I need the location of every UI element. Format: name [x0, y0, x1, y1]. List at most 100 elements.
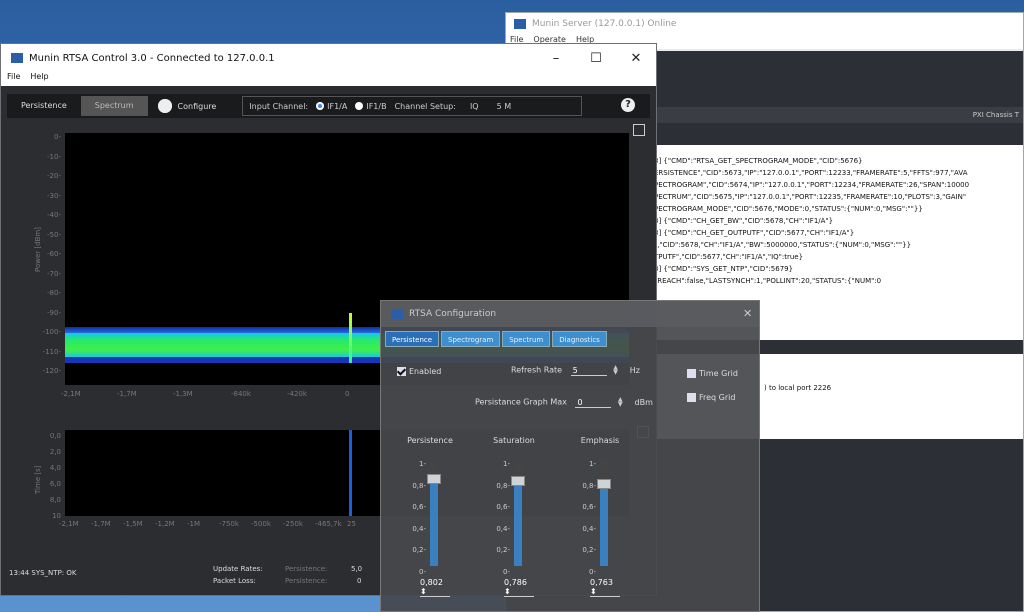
undock-icon[interactable]	[633, 124, 645, 136]
slider-track[interactable]	[511, 458, 525, 566]
x2-tick-label: -1M	[187, 520, 201, 528]
help-icon[interactable]: ?	[621, 98, 635, 112]
log-line: 3] {"CMD":"CH_GET_OUTPUTF","CID":5677,"C…	[654, 229, 855, 237]
slider-track[interactable]	[597, 458, 611, 566]
configure-button[interactable]: Configure	[148, 99, 227, 113]
graph-max-label: Persistance Graph Max	[475, 397, 567, 407]
x-tick-label: -1,7M	[117, 390, 137, 398]
tab-persistence[interactable]: Persistence	[385, 331, 440, 347]
radio-if1b[interactable]: IF1/B	[355, 101, 387, 111]
signal-spike	[349, 313, 352, 363]
server-title: Munin Server (127.0.0.1) Online	[532, 19, 677, 29]
close-icon[interactable]: ✕	[743, 307, 752, 320]
refresh-rate-unit: Hz	[629, 365, 640, 375]
log-line: TPUTF","CID":5677,"CH":"IF1/A","IQ":true…	[654, 253, 804, 261]
log-line: PECTRUM","CID":5675,"IP":"127.0.0.1","PO…	[654, 193, 967, 201]
slider-title: Emphasis	[580, 436, 620, 445]
y-tick-label: -30-	[47, 191, 61, 200]
update-rates-label: Update Rates:	[213, 565, 263, 573]
gear-icon	[157, 99, 172, 113]
channel-setup-value[interactable]: IQ	[470, 102, 479, 111]
radio-on-icon	[316, 102, 325, 110]
checkbox-icon	[687, 393, 696, 402]
y2-tick-label: 6,0	[49, 480, 61, 488]
radio-if1a[interactable]: IF1/A	[316, 102, 347, 111]
y2-tick-label: 4,0	[49, 464, 61, 472]
radio-off-icon	[355, 102, 364, 110]
y-tick-label: -110-	[42, 347, 61, 356]
y-tick-label: -20-	[47, 172, 61, 180]
rtsa-title-bar[interactable]: Munin RTSA Control 3.0 - Connected to 12…	[1, 44, 656, 72]
enabled-checkbox[interactable]: Enabled	[397, 367, 441, 376]
refresh-rate-input[interactable]: 5	[570, 366, 607, 376]
slider-title: Saturation	[493, 436, 535, 445]
x2-tick-label: 25	[347, 520, 356, 528]
x2-tick-label: -1,7M	[91, 520, 111, 528]
log-line: PECTROGRAM","CID":5674,"IP":"127.0.0.1",…	[654, 181, 970, 189]
freq-grid-label: Freq Grid	[699, 393, 736, 402]
slider-track[interactable]	[427, 458, 441, 566]
channel-setup-label: Channel Setup:	[394, 101, 456, 111]
y-tick-label: -40-	[47, 211, 61, 219]
x2-tick-label: -750k	[219, 520, 239, 528]
log-line: ERSISTENCE","CID":5673,"IP":"127.0.0.1",…	[654, 169, 968, 177]
slider-fill	[600, 483, 608, 566]
spinner-icon[interactable]: ▲ ▼	[613, 365, 619, 376]
tab-spectrum[interactable]: Spectrum	[502, 331, 551, 347]
y2-tick-label: 2,0	[49, 448, 61, 456]
enabled-label: Enabled	[409, 367, 442, 376]
rtsa-title: Munin RTSA Control 3.0 - Connected to 12…	[29, 52, 275, 64]
input-channel-bar: Input Channel: IF1/A IF1/B Channel Setup…	[242, 96, 583, 116]
slider-ticks: 1- 0,8- 0,6- 0,4- 0,2- 0-	[412, 460, 426, 576]
tab-diagnostics[interactable]: Diagnostics	[552, 331, 607, 347]
y-tick-label: -100-	[42, 328, 61, 336]
time-grid-checkbox[interactable]: Time Grid	[687, 369, 738, 378]
maximize-icon[interactable]: ☐	[576, 51, 616, 66]
slider-handle[interactable]	[511, 476, 525, 487]
close-icon[interactable]: ✕	[616, 51, 656, 66]
checkbox-checked-icon	[397, 367, 406, 376]
slider-handle[interactable]	[597, 478, 611, 489]
minimize-icon[interactable]: –	[536, 51, 576, 66]
menu-help[interactable]: Help	[30, 72, 48, 86]
x-tick-label: -840k	[231, 390, 251, 398]
rtsa-toolbar: Persistence Spectrum Configure Input Cha…	[7, 94, 650, 118]
y-tick-label: -10-	[47, 152, 61, 161]
graph-max-input[interactable]: 0	[575, 398, 612, 408]
slider-emphasis: Emphasis 1- 0,8- 0,6- 0,4- 0,2- 0- 0,763 ⬍	[560, 436, 640, 597]
spectrogram-line	[349, 430, 352, 516]
tab-spectrum[interactable]: Spectrum	[80, 96, 148, 116]
slider-value-input[interactable]: 0,802 ⬍	[420, 578, 450, 597]
x2-tick-label: -1,2M	[155, 520, 175, 528]
log-line: 3] {"CMD":"SYS_GET_NTP","CID":5679}	[654, 265, 794, 273]
dialog-title-bar[interactable]: RTSA Configuration	[381, 301, 759, 327]
y-tick-label: -120-	[42, 367, 61, 375]
rtsa-menu-bar: File Help	[1, 72, 656, 86]
graph-max-unit: dBm	[634, 397, 653, 407]
slider-persistence: Persistence 1- 0,8- 0,6- 0,4- 0,2- 0- 0,802 ⬍	[390, 436, 470, 597]
server-title-bar[interactable]: Munin Server (127.0.0.1) Online	[506, 13, 1023, 35]
packet-loss-label: Packet Loss:	[213, 577, 256, 585]
graph-max-row: Persistance Graph Max 0 ▲ ▼ dBm	[475, 397, 653, 408]
refresh-rate-label: Refresh Rate	[511, 365, 563, 375]
tab-spectrogram[interactable]: Spectrogram	[441, 331, 501, 347]
slider-value-input[interactable]: 0,786 ⬍	[504, 578, 534, 597]
slider-ticks: 1- 0,8- 0,6- 0,4- 0,2- 0-	[582, 460, 596, 576]
radio-label: IF1/B	[366, 101, 387, 111]
spinner-icon[interactable]: ▲ ▼	[618, 397, 624, 408]
y2-tick-label: 10	[52, 512, 61, 520]
tab-persistence[interactable]: Persistence	[7, 96, 81, 116]
x-tick-label: -1,3M	[173, 390, 193, 398]
slider-handle[interactable]	[427, 474, 441, 485]
ntp-status: 13:44 SYS_NTP: OK	[9, 569, 77, 577]
dialog-tabs: Persistence Spectrogram Spectrum Diagnos…	[385, 331, 607, 347]
x-tick-label: -420k	[287, 390, 307, 398]
menu-file[interactable]: File	[7, 72, 20, 86]
y-tick-label: -80-	[47, 289, 61, 297]
x2-tick-label: -1,5M	[123, 520, 143, 528]
freq-grid-checkbox[interactable]: Freq Grid	[687, 393, 735, 402]
rate-value[interactable]: 5 M	[497, 102, 512, 111]
log-line: PECTROGRAM_MODE","CID":5676,"MODE":0,"ST…	[654, 205, 923, 213]
slider-value-input[interactable]: 0,763 ⬍	[590, 578, 620, 597]
app-icon	[11, 53, 23, 63]
